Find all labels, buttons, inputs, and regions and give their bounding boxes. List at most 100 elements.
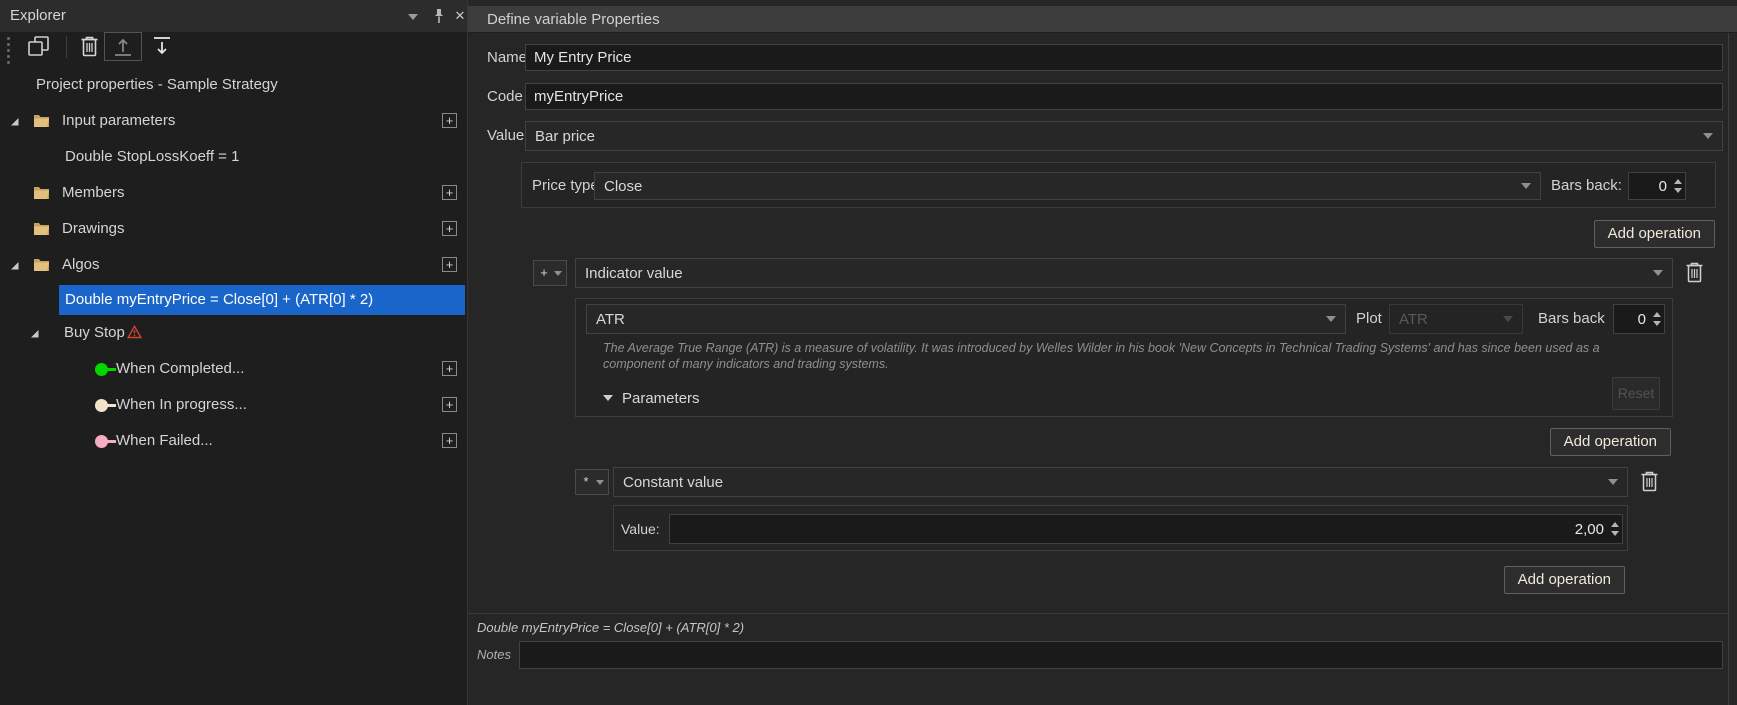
parameters-label: Parameters [622, 390, 700, 407]
tree-item-label: When Completed... [116, 354, 244, 384]
spinner-up-icon[interactable] [1674, 179, 1682, 184]
tree-item-myentryprice-selected[interactable]: Double myEntryPrice = Close[0] + (ATR[0]… [59, 285, 465, 315]
spinner-up-icon[interactable] [1611, 522, 1619, 527]
panel-menu-caret-icon[interactable] [408, 14, 418, 20]
reset-button[interactable]: Reset [1612, 377, 1660, 410]
add-item-button[interactable]: + [442, 185, 457, 200]
add-operation-button[interactable]: Add operation [1594, 220, 1715, 248]
constant-value-label: Value: [621, 514, 660, 544]
status-dash-icon [106, 404, 116, 407]
chevron-down-icon [1521, 183, 1531, 189]
close-icon[interactable]: ✕ [452, 0, 468, 31]
tree-item-label: Input parameters [62, 106, 175, 136]
bars-back-label: Bars back: [1551, 172, 1622, 200]
parameters-collapse[interactable]: Parameters [603, 384, 700, 412]
add-item-button[interactable]: + [442, 221, 457, 236]
tree-item-label: Buy Stop [64, 318, 125, 348]
tree-item-algos[interactable]: Algos + [0, 250, 465, 280]
explorer-header: Explorer ✕ [0, 0, 467, 32]
operation-type-selected: Constant value [614, 474, 1608, 491]
explorer-panel: Explorer ✕ Project p [0, 0, 468, 705]
tree-item-label: When In progress... [116, 390, 247, 420]
explorer-toolbar [0, 32, 467, 62]
code-input[interactable] [525, 83, 1723, 110]
tree-item-drawings[interactable]: Drawings + [0, 214, 465, 244]
operation-type-dropdown[interactable]: Indicator value [575, 258, 1673, 288]
plot-dropdown[interactable]: ATR [1389, 304, 1523, 334]
expand-triangle-icon[interactable] [10, 117, 19, 126]
add-item-button[interactable]: + [442, 433, 457, 448]
bars-back-input[interactable] [1614, 305, 1649, 333]
expand-triangle-icon[interactable] [10, 261, 19, 270]
tree-item-when-failed[interactable]: When Failed... + [0, 426, 465, 456]
constant-value-group: Value: [613, 505, 1628, 551]
bars-back-input[interactable] [1629, 173, 1670, 199]
operator-dropdown[interactable]: * [575, 469, 609, 495]
value-type-dropdown[interactable]: Bar price [525, 121, 1723, 151]
add-item-button[interactable]: + [442, 397, 457, 412]
warning-icon [127, 325, 142, 344]
delete-operation-button[interactable] [1639, 470, 1661, 494]
value-label: Value [487, 121, 524, 151]
tree-item-stoplosskoeff[interactable]: Double StopLossKoeff = 1 [0, 142, 465, 172]
vertical-scrollbar[interactable] [1728, 33, 1737, 705]
notes-input[interactable] [519, 641, 1723, 669]
delete-button[interactable] [79, 35, 100, 63]
operator-dropdown[interactable]: + [533, 260, 567, 286]
expand-triangle-icon[interactable] [30, 329, 39, 338]
add-operation-button[interactable]: Add operation [1550, 428, 1671, 456]
plot-label: Plot [1356, 304, 1382, 334]
price-type-dropdown[interactable]: Close [594, 172, 1541, 200]
operator-value: * [576, 470, 596, 494]
tree-item-label: When Failed... [116, 426, 213, 456]
tree-item-label: Drawings [62, 214, 125, 244]
indicator-dropdown[interactable]: ATR [586, 304, 1346, 334]
add-item-button[interactable]: + [442, 361, 457, 376]
chevron-down-icon [1326, 316, 1336, 322]
spinner-down-icon[interactable] [1674, 188, 1682, 193]
constant-value-spinner[interactable] [669, 514, 1623, 544]
delete-operation-button[interactable] [1684, 261, 1706, 285]
duplicate-button[interactable] [27, 35, 50, 62]
pin-icon[interactable] [433, 8, 445, 30]
tree-item-when-in-progress[interactable]: When In progress... + [0, 390, 465, 420]
strategy-builder-screen: Explorer ✕ Project p [0, 0, 1737, 705]
tree-item-buy-stop[interactable]: Buy Stop [0, 318, 465, 348]
chevron-down-icon [1653, 270, 1663, 276]
notes-label: Notes [477, 641, 511, 669]
spinner-down-icon[interactable] [1611, 531, 1619, 536]
bars-back-spinner[interactable] [1613, 304, 1665, 334]
properties-title: Define variable Properties [487, 6, 660, 33]
operator-value: + [534, 261, 554, 285]
folder-icon [33, 257, 50, 277]
operation-type-selected: Indicator value [576, 265, 1653, 282]
spinner-up-icon[interactable] [1653, 312, 1661, 317]
add-item-button[interactable]: + [442, 113, 457, 128]
toolbar-grip-icon[interactable] [7, 37, 10, 64]
folder-icon [33, 221, 50, 241]
summary-formula: Double myEntryPrice = Close[0] + (ATR[0]… [477, 620, 744, 635]
tree-item-members[interactable]: Members + [0, 178, 465, 208]
code-label: Code [487, 83, 523, 110]
constant-value-input[interactable] [670, 515, 1607, 543]
value-type-selected: Bar price [526, 128, 1703, 145]
add-item-button[interactable]: + [442, 257, 457, 272]
folder-icon [33, 185, 50, 205]
status-dash-icon [106, 440, 116, 443]
add-operation-button[interactable]: Add operation [1504, 566, 1625, 594]
tree-item-project-properties[interactable]: Project properties - Sample Strategy [0, 70, 465, 100]
chevron-down-icon [554, 271, 562, 276]
bars-back-spinner[interactable] [1628, 172, 1686, 200]
operation-type-dropdown[interactable]: Constant value [613, 467, 1628, 497]
spinner-down-icon[interactable] [1653, 321, 1661, 326]
tree-item-label: Members [62, 178, 125, 208]
chevron-down-icon [596, 480, 604, 485]
move-up-button[interactable] [104, 32, 142, 61]
chevron-down-icon [603, 395, 613, 401]
move-down-button[interactable] [151, 35, 173, 63]
tree-item-when-completed[interactable]: When Completed... + [0, 354, 465, 384]
price-type-label: Price type: [532, 172, 603, 200]
chevron-down-icon [1703, 133, 1713, 139]
tree-item-input-parameters[interactable]: Input parameters + [0, 106, 465, 136]
name-input[interactable] [525, 44, 1723, 71]
